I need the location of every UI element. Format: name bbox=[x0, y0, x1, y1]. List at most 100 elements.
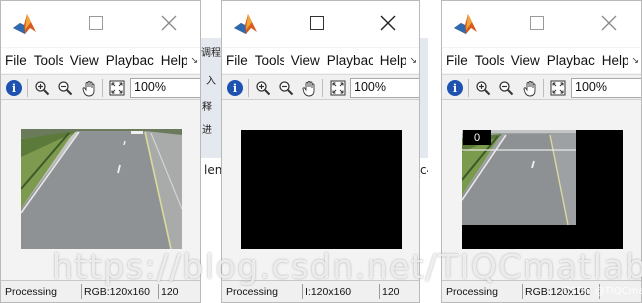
toolbar-separator bbox=[468, 79, 469, 97]
info-button[interactable]: i bbox=[445, 78, 465, 98]
info-button[interactable]: i bbox=[225, 78, 245, 98]
zoom-in-button[interactable] bbox=[253, 78, 273, 98]
zoom-out-button[interactable] bbox=[276, 78, 296, 98]
zoom-in-icon bbox=[476, 81, 491, 96]
minimize-button[interactable] bbox=[306, 11, 328, 35]
menu-file[interactable]: File bbox=[226, 53, 248, 68]
fit-to-window-icon bbox=[330, 80, 346, 96]
menu-file[interactable]: File bbox=[446, 53, 468, 68]
title-bar bbox=[1, 1, 200, 47]
status-separator bbox=[302, 284, 303, 299]
pan-button[interactable] bbox=[79, 78, 99, 98]
zoom-out-icon bbox=[58, 81, 73, 96]
menu-tools[interactable]: Tools bbox=[255, 53, 284, 68]
background-text: 调程 bbox=[201, 48, 221, 59]
road-scene-image bbox=[21, 129, 182, 249]
minimize-button[interactable] bbox=[85, 11, 107, 35]
close-icon bbox=[601, 15, 617, 31]
info-icon: i bbox=[6, 80, 22, 96]
menu-bar: File Tools View Playback Help ↘ bbox=[1, 48, 200, 73]
toolbar: i 100% bbox=[442, 74, 641, 100]
zoom-out-icon bbox=[279, 81, 294, 96]
zoom-in-button[interactable] bbox=[32, 78, 52, 98]
menu-playback[interactable]: Playback bbox=[327, 53, 373, 68]
background-text: 释 bbox=[202, 102, 212, 113]
status-frame-rate: 120 bbox=[382, 286, 400, 298]
pan-button[interactable] bbox=[520, 78, 540, 98]
fit-to-window-button[interactable] bbox=[107, 78, 127, 98]
video-frame bbox=[241, 130, 402, 249]
video-frame bbox=[462, 130, 623, 249]
status-separator bbox=[522, 284, 523, 299]
zoom-out-button[interactable] bbox=[496, 78, 516, 98]
status-frame-rate: 120 bbox=[161, 286, 179, 298]
info-icon: i bbox=[447, 80, 463, 96]
menu-help[interactable]: Help bbox=[380, 53, 406, 68]
fit-to-window-button[interactable] bbox=[548, 78, 568, 98]
toolbar-separator bbox=[543, 79, 544, 97]
zoom-in-button[interactable] bbox=[473, 78, 493, 98]
info-button[interactable]: i bbox=[4, 78, 24, 98]
watermark-url: https://blog.csdn.net/TIQCmatlab bbox=[52, 247, 642, 286]
background-text: 进 bbox=[202, 125, 212, 136]
matlab-logo-icon bbox=[13, 14, 36, 34]
hand-pan-icon bbox=[523, 80, 535, 96]
toolbar: i 100% bbox=[1, 74, 200, 100]
status-format: RGB:120x160 bbox=[84, 286, 150, 298]
menu-overflow-icon[interactable]: ↘ bbox=[190, 56, 198, 66]
menu-bar: File Tools View Playback Help ↘ bbox=[442, 48, 641, 73]
matlab-logo-icon bbox=[234, 14, 257, 34]
zoom-level-field[interactable]: 100% bbox=[571, 78, 641, 98]
status-separator bbox=[158, 284, 159, 299]
menu-playback[interactable]: Playback bbox=[547, 53, 595, 68]
background-text: len bbox=[204, 163, 223, 177]
toolbar-separator bbox=[27, 79, 28, 97]
status-processing: Processing bbox=[446, 286, 498, 298]
info-icon: i bbox=[227, 80, 243, 96]
menu-view[interactable]: View bbox=[511, 53, 540, 68]
pan-button[interactable] bbox=[299, 78, 319, 98]
menu-bar: File Tools View Playback Help ↘ bbox=[222, 48, 419, 73]
zoom-out-icon bbox=[499, 81, 514, 96]
zoom-in-icon bbox=[35, 81, 50, 96]
matlab-logo-icon bbox=[454, 14, 477, 34]
menu-tools[interactable]: Tools bbox=[475, 53, 504, 68]
fit-to-window-icon bbox=[550, 80, 566, 96]
zoom-level-field[interactable]: 100% bbox=[350, 78, 419, 98]
fit-to-window-icon bbox=[109, 80, 125, 96]
hand-pan-icon bbox=[82, 80, 94, 96]
minimize-button[interactable] bbox=[526, 11, 548, 35]
zoom-out-button[interactable] bbox=[55, 78, 75, 98]
zoom-in-icon bbox=[256, 81, 271, 96]
toolbar: i 100% bbox=[222, 74, 419, 100]
status-format: I:120x160 bbox=[305, 286, 352, 298]
close-icon bbox=[161, 15, 177, 31]
menu-help[interactable]: Help bbox=[161, 53, 187, 68]
video-frame bbox=[21, 129, 182, 249]
menu-tools[interactable]: Tools bbox=[34, 53, 63, 68]
status-processing: Processing bbox=[5, 286, 57, 298]
menu-file[interactable]: File bbox=[5, 53, 27, 68]
status-separator bbox=[379, 284, 380, 299]
road-scene-image bbox=[462, 130, 623, 249]
close-button[interactable] bbox=[598, 11, 620, 35]
title-bar bbox=[442, 1, 641, 47]
close-button[interactable] bbox=[377, 11, 399, 35]
toolbar-separator bbox=[322, 79, 323, 97]
status-separator bbox=[81, 284, 82, 299]
menu-overflow-icon[interactable]: ↘ bbox=[409, 56, 417, 66]
status-processing: Processing bbox=[226, 286, 278, 298]
menu-playback[interactable]: Playback bbox=[106, 53, 154, 68]
watermark-csdn: CSDN @TIQCmatlab bbox=[563, 286, 642, 297]
menu-overflow-icon[interactable]: ↘ bbox=[631, 56, 639, 66]
toolbar-separator bbox=[102, 79, 103, 97]
title-bar bbox=[222, 1, 419, 47]
menu-help[interactable]: Help bbox=[602, 53, 628, 68]
close-button[interactable] bbox=[158, 11, 180, 35]
zoom-level-field[interactable]: 100% bbox=[130, 78, 200, 98]
background-text: 入 bbox=[206, 76, 216, 87]
fit-to-window-button[interactable] bbox=[328, 78, 348, 98]
menu-view[interactable]: View bbox=[70, 53, 99, 68]
frame-counter: 0 bbox=[463, 130, 491, 145]
menu-view[interactable]: View bbox=[291, 53, 320, 68]
